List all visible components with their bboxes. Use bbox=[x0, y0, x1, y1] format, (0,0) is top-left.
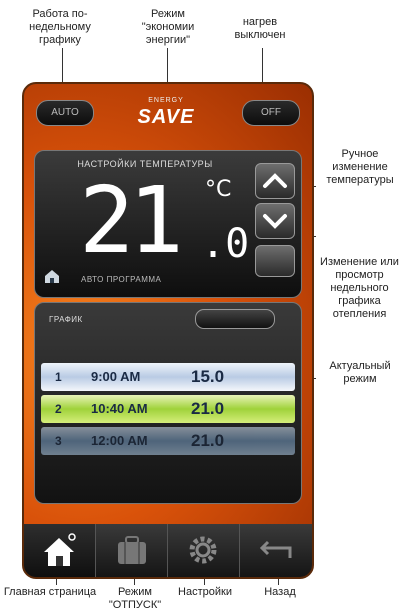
auto-mode-button[interactable]: AUTO bbox=[36, 100, 94, 126]
schedule-row[interactable]: 1 9:00 AM 15.0 bbox=[41, 363, 295, 391]
thermostat-screen: AUTO ENERGY SAVE OFF НАСТРОЙКИ ТЕМПЕРАТУ… bbox=[22, 82, 314, 579]
row-number: 1 bbox=[55, 370, 62, 384]
edit-schedule-toggle[interactable] bbox=[195, 309, 275, 329]
gear-icon bbox=[189, 536, 217, 564]
suitcase-icon bbox=[118, 536, 146, 564]
temp-down-button[interactable] bbox=[255, 203, 295, 239]
row-number: 3 bbox=[55, 434, 62, 448]
annotation-vacation: Режим "ОТПУСК" bbox=[108, 586, 162, 611]
home-mode-icon bbox=[45, 270, 59, 283]
annotation-current-mode: Актуальный режим bbox=[329, 360, 391, 385]
bottom-nav bbox=[24, 524, 312, 577]
row-temperature: 21.0 bbox=[191, 399, 225, 418]
chevron-up-icon bbox=[263, 173, 287, 188]
annotation-back: Назад bbox=[264, 586, 296, 598]
row-time: 12:00 AM bbox=[91, 433, 148, 448]
nav-home-button[interactable] bbox=[24, 524, 96, 577]
back-arrow-icon bbox=[259, 540, 292, 558]
chevron-down-icon bbox=[263, 214, 287, 229]
temperature-whole: 21 bbox=[79, 167, 184, 274]
home-icon bbox=[44, 533, 76, 566]
row-number: 2 bbox=[55, 402, 62, 416]
annotation-settings: Настройки bbox=[178, 586, 232, 598]
temp-up-button[interactable] bbox=[255, 163, 295, 199]
schedule-label: ГРАФИК bbox=[49, 315, 83, 324]
annotation-weekly-schedule: Работа по- недельному графику bbox=[29, 8, 91, 46]
schedule-row-active[interactable]: 2 10:40 AM 21.0 bbox=[41, 395, 295, 423]
temperature-display: 21 °C .0 bbox=[79, 167, 249, 274]
row-time: 10:40 AM bbox=[91, 401, 148, 416]
row-temperature: 21.0 bbox=[191, 431, 225, 450]
row-temperature: 15.0 bbox=[191, 367, 225, 386]
annotation-home: Главная страница bbox=[3, 586, 97, 598]
nav-settings-button[interactable] bbox=[168, 524, 240, 577]
mode-label: АВТО ПРОГРАММА bbox=[81, 275, 162, 284]
logo-small-text: ENERGY bbox=[148, 97, 184, 104]
annotation-heating-off: нагрев выключен bbox=[234, 16, 286, 41]
schedule-button[interactable] bbox=[255, 245, 295, 277]
annotation-energy-save: Режим "экономии энергии" bbox=[141, 8, 195, 46]
annotation-manual-temp: Ручное изменение температуры bbox=[326, 148, 394, 186]
top-bar: AUTO ENERGY SAVE OFF bbox=[24, 84, 312, 142]
nav-back-button[interactable] bbox=[240, 524, 311, 577]
schedule-row[interactable]: 3 12:00 AM 21.0 bbox=[41, 427, 295, 455]
logo-big-text: SAVE bbox=[137, 106, 195, 128]
energy-save-button[interactable]: ENERGY SAVE bbox=[126, 96, 206, 130]
heating-off-button[interactable]: OFF bbox=[242, 100, 300, 126]
annotation-edit-schedule: Изменение или просмотр недельного график… bbox=[320, 256, 399, 320]
schedule-panel: ГРАФИК 1 9:00 AM 15.0 2 10:40 AM 21.0 3 … bbox=[34, 302, 302, 504]
temperature-fraction: .0 bbox=[201, 221, 250, 267]
row-time: 9:00 AM bbox=[91, 369, 141, 384]
temperature-panel: НАСТРОЙКИ ТЕМПЕРАТУРЫ 21 °C .0 АВТО ПРОГ… bbox=[34, 150, 302, 298]
temperature-unit: °C bbox=[205, 177, 232, 202]
nav-vacation-button[interactable] bbox=[96, 524, 168, 577]
